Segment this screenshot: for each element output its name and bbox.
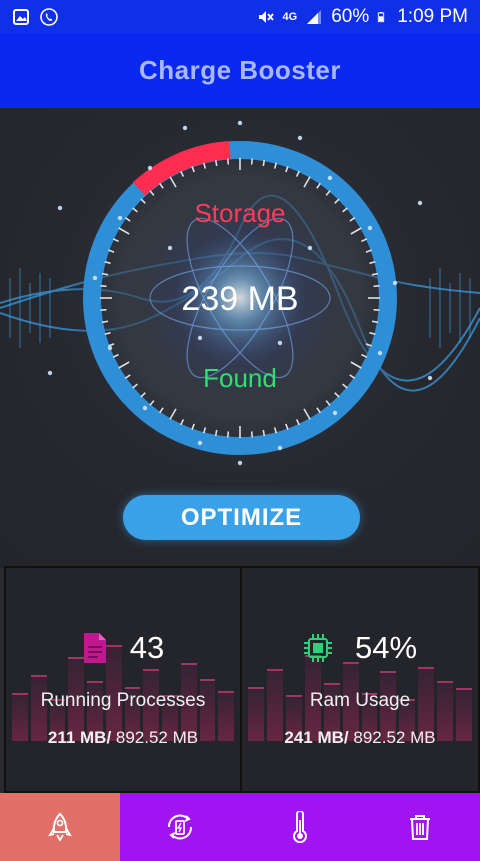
optimize-button[interactable]: OPTIMIZE: [123, 495, 360, 540]
phone-call-icon: [40, 7, 58, 26]
nav-temperature[interactable]: [240, 793, 360, 861]
thermometer-icon: [293, 811, 307, 843]
stats-panel: 43 Running Processes 211 MB/ 892.52 MB 5…: [4, 566, 480, 793]
gallery-icon: [13, 8, 29, 25]
trash-icon: [410, 815, 430, 840]
found-label: Found: [203, 363, 277, 393]
ram-usage-card: 54% Ram Usage 241 MB/ 892.52 MB: [242, 568, 478, 791]
battery-icon: [378, 11, 385, 22]
rocket-icon: [48, 812, 72, 842]
processes-memory: 211 MB/ 892.52 MB: [6, 728, 240, 748]
status-bar: 4G 60% 1:09 PM: [0, 0, 480, 33]
battery-charge-icon: [167, 814, 193, 840]
app-title: Charge Booster: [138, 55, 342, 85]
cpu-chip-icon: [303, 634, 332, 662]
ram-memory-used: 241 MB/: [284, 728, 349, 747]
processes-memory-used: 211 MB/: [47, 728, 112, 747]
mute-icon: [258, 10, 274, 23]
battery-percent: 60%: [331, 5, 370, 27]
nav-boost[interactable]: [0, 793, 120, 861]
ram-label: Ram Usage: [309, 690, 411, 711]
ram-percent: 54%: [354, 630, 418, 665]
processes-label: Running Processes: [40, 690, 206, 711]
signal-icon: [307, 9, 322, 24]
storage-found-value: 239 MB: [181, 280, 299, 318]
process-count: 43: [129, 630, 165, 665]
running-processes-card: 43 Running Processes 211 MB/ 892.52 MB: [6, 568, 242, 791]
bottom-nav: [0, 793, 480, 861]
nav-clean[interactable]: [360, 793, 480, 861]
file-icon: [83, 633, 106, 663]
clock: 1:09 PM: [397, 5, 468, 27]
ram-memory-total: 892.52 MB: [348, 728, 436, 747]
nav-battery[interactable]: [120, 793, 240, 861]
processes-memory-total: 892.52 MB: [111, 728, 199, 747]
storage-label: Storage: [194, 198, 286, 228]
ram-memory: 241 MB/ 892.52 MB: [242, 728, 478, 748]
app-bar: Charge Booster: [0, 33, 480, 108]
network-type: 4G: [282, 10, 298, 23]
